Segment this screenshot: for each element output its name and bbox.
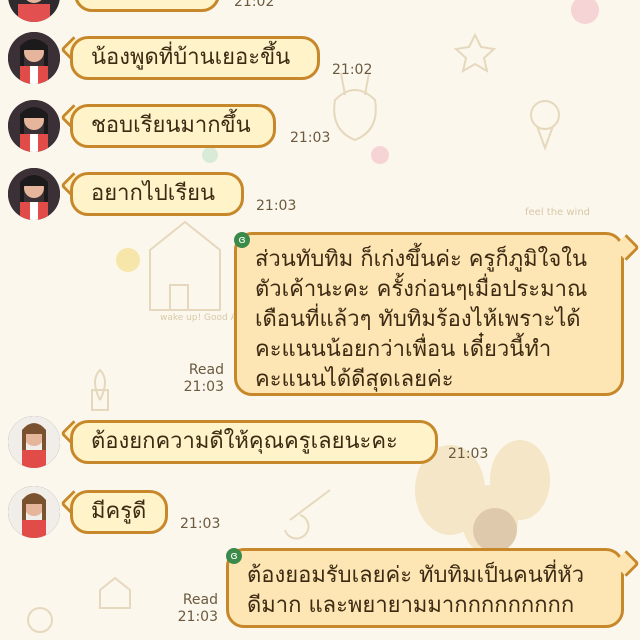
message-bubble[interactable]	[74, 0, 220, 12]
message-text: ต้องยกความดีให้คุณครูเลยนะคะ	[91, 429, 398, 454]
message-time: 21:03	[448, 446, 489, 462]
sticker-badge-icon: ɞ	[234, 232, 250, 248]
message-time: 21:03	[256, 198, 297, 214]
message-time: 21:03	[290, 130, 331, 146]
avatar[interactable]	[8, 32, 60, 84]
avatar[interactable]	[8, 416, 60, 468]
message-row: Read 21:03 ต้องยอมรับเลยค่ะ ทับทิมเป็นคน…	[0, 548, 640, 632]
message-text: น้องพูดที่บ้านเยอะขึ้น	[91, 45, 291, 70]
avatar[interactable]	[8, 486, 60, 538]
message-bubble[interactable]: อยากไปเรียน	[70, 172, 244, 216]
message-row: Read 21:03 ส่วนทับทิม ก็เก่งขึ้นค่ะ ครูก…	[0, 232, 640, 400]
read-receipt: Read 21:03	[172, 592, 218, 626]
message-row: ชอบเรียนมากขึ้น 21:03	[0, 98, 640, 158]
sticker-badge-icon: ɞ	[226, 548, 242, 564]
avatar[interactable]	[8, 0, 60, 22]
message-row: น้องพูดที่บ้านเยอะขึ้น 21:02	[0, 30, 640, 90]
message-time: 21:03	[177, 609, 218, 625]
message-text: อยากไปเรียน	[91, 181, 216, 206]
message-bubble[interactable]: ต้องยอมรับเลยค่ะ ทับทิมเป็นคนที่หัว ดีมา…	[226, 548, 624, 628]
message-text: ส่วนทับทิม ก็เก่งขึ้นค่ะ ครูก็ภูมิใจใน ต…	[255, 247, 588, 392]
message-text: ชอบเรียนมากขึ้น	[91, 113, 251, 138]
message-row: มีครูดี 21:03	[0, 484, 640, 544]
message-bubble[interactable]: น้องพูดที่บ้านเยอะขึ้น	[70, 36, 320, 80]
message-row: ต้องยกความดีให้คุณครูเลยนะคะ 21:03	[0, 414, 640, 474]
message-bubble[interactable]: ส่วนทับทิม ก็เก่งขึ้นค่ะ ครูก็ภูมิใจใน ต…	[234, 232, 624, 396]
message-row: 21:02	[0, 0, 640, 22]
message-time: 21:02	[332, 62, 373, 78]
avatar[interactable]	[8, 168, 60, 220]
message-bubble[interactable]: ต้องยกความดีให้คุณครูเลยนะคะ	[70, 420, 438, 464]
message-text: มีครูดี	[91, 499, 147, 524]
read-label: Read	[188, 362, 224, 378]
message-time: 21:03	[183, 379, 224, 395]
message-time: 21:02	[234, 0, 275, 10]
read-label: Read	[182, 592, 218, 608]
message-time: 21:03	[180, 516, 221, 532]
message-bubble[interactable]: มีครูดี	[70, 490, 168, 534]
message-text: ต้องยอมรับเลยค่ะ ทับทิมเป็นคนที่หัว ดีมา…	[247, 563, 585, 618]
read-receipt: Read 21:03	[176, 362, 224, 396]
message-row: อยากไปเรียน 21:03	[0, 166, 640, 226]
avatar[interactable]	[8, 100, 60, 152]
message-bubble[interactable]: ชอบเรียนมากขึ้น	[70, 104, 276, 148]
